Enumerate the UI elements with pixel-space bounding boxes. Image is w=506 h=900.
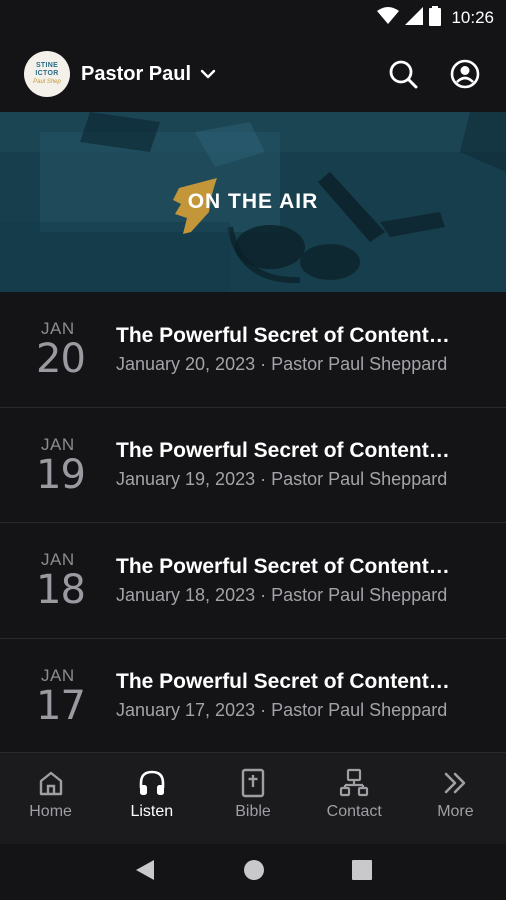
nav-label: Bible (235, 803, 271, 820)
avatar-logo-text: STINE (35, 62, 59, 69)
episode-meta: January 18, 2023 · Pastor Paul Sheppard (116, 584, 448, 605)
episode-info: The Powerful Secret of Content… January … (116, 324, 476, 375)
date-day: 20 (36, 336, 86, 383)
list-item[interactable]: JAN 18 The Powerful Secret of Content… J… (0, 523, 506, 639)
search-icon[interactable] (386, 57, 420, 91)
episode-title: The Powerful Secret of Content… (116, 323, 450, 347)
list-item[interactable]: JAN 17 The Powerful Secret of Content… J… (0, 639, 506, 754)
system-navigation-bar (0, 844, 506, 900)
date-block: JAN 20 (36, 319, 116, 379)
date-day: 17 (36, 682, 86, 729)
status-icons (377, 5, 442, 31)
banner-title: ON THE AIR (187, 190, 319, 213)
home-icon (36, 768, 66, 798)
avatar-logo-signature: Paul Shep (33, 79, 61, 85)
date-block: JAN 19 (36, 435, 116, 495)
more-icon (440, 768, 470, 798)
episode-info: The Powerful Secret of Content… January … (116, 670, 476, 721)
avatar[interactable]: STINE ICTOR Paul Shep (24, 51, 70, 97)
app-title[interactable]: Pastor Paul (81, 63, 191, 86)
avatar-logo-text: ICTOR (35, 70, 59, 77)
app-bar: STINE ICTOR Paul Shep Pastor Paul (0, 36, 506, 112)
status-time: 10:26 (451, 8, 494, 27)
signal-icon (405, 6, 424, 30)
date-block: JAN 17 (36, 666, 116, 726)
nav-label: Home (29, 803, 72, 820)
nav-label: More (437, 803, 474, 820)
nav-item-contact[interactable]: Contact (304, 753, 405, 844)
list-item[interactable]: JAN 20 The Powerful Secret of Content… J… (0, 292, 506, 408)
status-bar: 10:26 (0, 0, 506, 36)
account-icon[interactable] (448, 57, 482, 91)
date-day: 18 (36, 567, 86, 614)
wifi-icon (377, 6, 400, 30)
on-the-air-banner[interactable]: ON THE AIR (0, 112, 506, 292)
list-item[interactable]: JAN 19 The Powerful Secret of Content… J… (0, 408, 506, 523)
nav-label: Listen (130, 803, 174, 820)
episode-title: The Powerful Secret of Content… (116, 554, 450, 578)
bottom-navigation: Home Listen Bible Contact More (0, 752, 506, 844)
episode-info: The Powerful Secret of Content… January … (116, 439, 476, 490)
app-actions (386, 57, 482, 91)
contact-icon (339, 768, 369, 798)
nav-item-listen[interactable]: Listen (101, 753, 202, 844)
date-day: 19 (36, 451, 86, 498)
episode-meta: January 19, 2023 · Pastor Paul Sheppard (116, 469, 448, 490)
nav-item-home[interactable]: Home (0, 753, 101, 844)
nav-label: Contact (326, 803, 382, 820)
nav-item-more[interactable]: More (405, 753, 506, 844)
nav-item-bible[interactable]: Bible (202, 753, 303, 844)
episode-info: The Powerful Secret of Content… January … (116, 555, 476, 606)
bible-icon (238, 768, 268, 798)
episode-meta: January 17, 2023 · Pastor Paul Sheppard (116, 700, 448, 721)
chevron-down-icon[interactable] (199, 68, 217, 80)
date-block: JAN 18 (36, 550, 116, 610)
back-icon[interactable] (134, 858, 156, 887)
episode-title: The Powerful Secret of Content… (116, 439, 450, 463)
recents-icon[interactable] (352, 859, 373, 885)
home-circle-icon[interactable] (243, 859, 265, 886)
episode-meta: January 20, 2023 · Pastor Paul Sheppard (116, 353, 448, 374)
headphones-icon (137, 768, 167, 798)
episode-title: The Powerful Secret of Content… (116, 670, 450, 694)
episode-list: JAN 20 The Powerful Secret of Content… J… (0, 292, 506, 754)
battery-icon (429, 5, 442, 31)
